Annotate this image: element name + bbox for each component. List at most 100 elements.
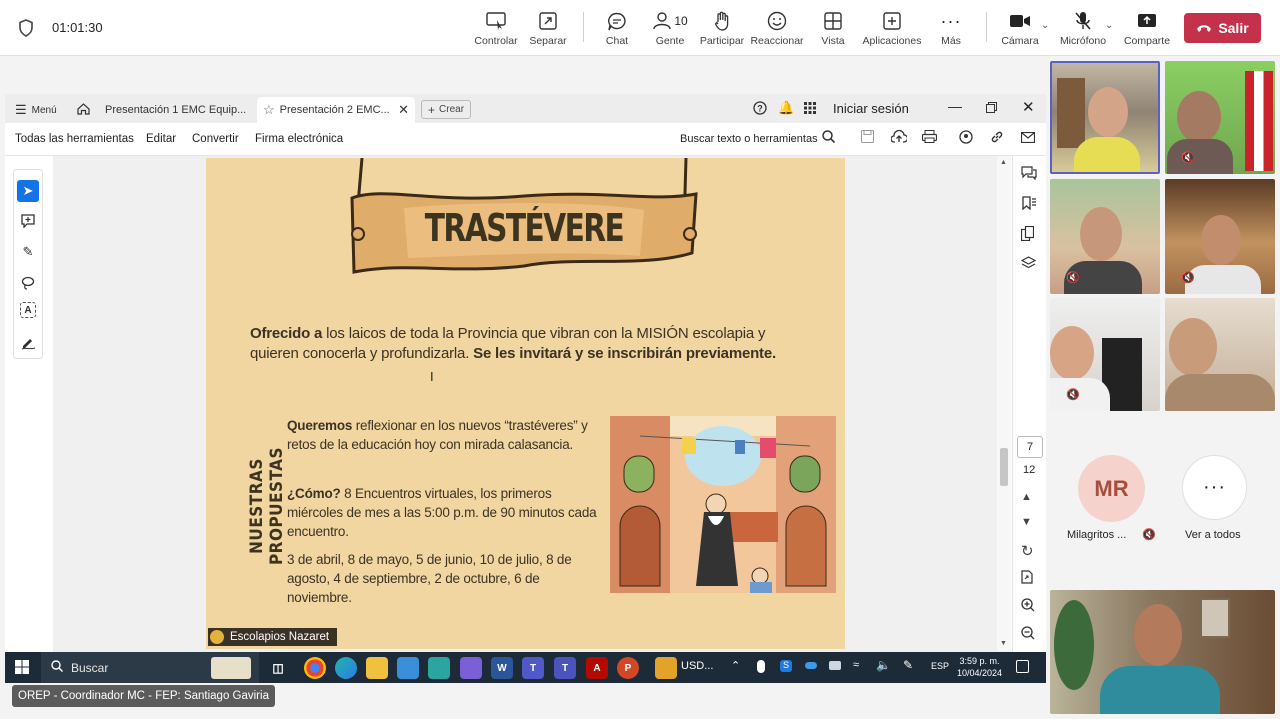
taskbar-clock[interactable]: 3:59 p. m. 10/04/2024	[957, 655, 1002, 679]
mic-tray-icon[interactable]	[757, 660, 765, 673]
tab-presentacion-2[interactable]: ☆ Presentación 2 EMC... ✕	[257, 97, 415, 123]
participant-video[interactable]: 🔇	[1165, 61, 1275, 174]
mic-options-chevron-icon[interactable]: ⌄	[1105, 20, 1113, 31]
media-icon[interactable]	[460, 657, 482, 679]
edit-menu[interactable]: Editar	[146, 133, 176, 145]
participant-video-speaking[interactable]	[1050, 61, 1160, 174]
acrobat-tab-bar: ☰ Menú Presentación 1 EMC Equip... ☆ Pre…	[5, 94, 1046, 123]
chat-button[interactable]: Chat	[602, 10, 632, 50]
tray-expand-chevron-icon[interactable]: ⌃	[731, 659, 740, 672]
vertical-scrollbar[interactable]: ▲ ▼	[997, 156, 1011, 651]
next-page-chevron-icon[interactable]: ▼	[1021, 516, 1032, 528]
acrobat-menu-button[interactable]: ☰ Menú	[9, 97, 63, 123]
participant-video[interactable]: 🔇	[1050, 179, 1160, 294]
acrobat-taskbar-icon[interactable]: A	[586, 657, 608, 679]
select-cursor-icon[interactable]: ➤	[17, 180, 39, 202]
see-all-button[interactable]: ···	[1182, 455, 1247, 520]
e-signature-menu[interactable]: Firma electrónica	[255, 133, 343, 145]
participant-video[interactable]: 🔇	[1165, 179, 1275, 294]
camera-button[interactable]: Cámara	[1000, 10, 1040, 50]
leave-button[interactable]: Salir	[1184, 13, 1261, 43]
store-icon[interactable]	[428, 657, 450, 679]
close-tab-icon[interactable]: ✕	[398, 102, 409, 118]
pen-tray-icon[interactable]: ✎	[903, 658, 913, 672]
microphone-button[interactable]: Micrófono	[1058, 10, 1108, 50]
rotate-icon[interactable]: ↻	[1021, 542, 1034, 560]
control-button[interactable]: Controlar	[474, 10, 518, 50]
share-link-user-icon[interactable]	[959, 130, 974, 147]
file-explorer-icon[interactable]	[366, 657, 388, 679]
notifications-bell-icon[interactable]: 🔔	[778, 100, 794, 116]
home-button[interactable]	[71, 97, 96, 123]
edge-icon[interactable]	[335, 657, 357, 679]
share-button[interactable]: Comparte	[1122, 10, 1172, 50]
tab-presentacion-1[interactable]: Presentación 1 EMC Equip...	[99, 97, 252, 123]
page-thumbnails-icon[interactable]	[1020, 225, 1035, 244]
comments-panel-icon[interactable]	[1021, 166, 1037, 183]
camera-options-chevron-icon[interactable]: ⌄	[1041, 20, 1049, 31]
self-video-presenter[interactable]	[1050, 590, 1275, 714]
text-box-icon[interactable]: A	[20, 302, 36, 318]
apps-button[interactable]: Aplicaciones	[862, 10, 922, 50]
layers-icon[interactable]	[1020, 256, 1037, 273]
sign-in-link[interactable]: Iniciar sesión	[833, 101, 909, 116]
previous-page-chevron-icon[interactable]: ▲	[1021, 491, 1032, 503]
new-tab-button[interactable]: + Crear	[421, 100, 472, 119]
chrome-icon[interactable]	[304, 657, 326, 679]
search-icon[interactable]	[822, 130, 836, 146]
cloud-upload-icon[interactable]	[890, 129, 909, 146]
all-tools-menu[interactable]: Todas las herramientas	[15, 133, 134, 145]
restore-icon[interactable]	[986, 100, 997, 118]
currency-widget-icon[interactable]	[655, 657, 677, 679]
teams-notification-icon[interactable]: T	[554, 657, 576, 679]
raise-hand-button[interactable]: Participar	[700, 10, 744, 50]
print-icon[interactable]	[921, 130, 938, 146]
help-icon[interactable]: ?	[753, 101, 767, 120]
save-icon[interactable]	[861, 130, 874, 146]
task-view-icon[interactable]: ◫	[267, 657, 289, 679]
scroll-thumb[interactable]	[1000, 448, 1008, 486]
onedrive-icon[interactable]	[805, 662, 817, 669]
scroll-up-arrow-icon[interactable]: ▲	[1000, 159, 1007, 166]
notification-center-icon[interactable]	[1016, 660, 1029, 673]
apps-grid-icon[interactable]	[804, 101, 816, 119]
bookmarks-icon[interactable]	[1021, 196, 1036, 213]
search-tools-field[interactable]: Buscar texto o herramientas	[680, 133, 818, 145]
convert-menu[interactable]: Convertir	[192, 133, 239, 145]
participant-video[interactable]	[1165, 298, 1275, 411]
zoom-in-icon[interactable]	[1021, 598, 1035, 615]
zoom-out-icon[interactable]	[1021, 626, 1035, 643]
scroll-down-arrow-icon[interactable]: ▼	[1000, 640, 1007, 647]
view-button[interactable]: Vista	[818, 10, 848, 50]
highlight-pen-icon[interactable]: ✎	[17, 241, 39, 263]
pop-out-button[interactable]: Separar	[528, 10, 568, 50]
email-icon[interactable]	[1020, 130, 1036, 146]
mic-off-icon	[1074, 10, 1092, 32]
close-window-icon[interactable]: ✕	[1022, 98, 1035, 116]
language-indicator[interactable]: ESP	[931, 661, 949, 671]
sign-icon[interactable]	[17, 332, 39, 354]
react-button[interactable]: Reaccionar	[750, 10, 804, 50]
microphone-label: Micrófono	[1059, 35, 1107, 47]
avatar[interactable]: MR	[1078, 455, 1145, 522]
link-icon[interactable]	[990, 130, 1004, 147]
device-tray-icon[interactable]	[829, 661, 841, 670]
proposal-1-bold: Queremos	[287, 418, 353, 433]
speaker-icon[interactable]: 🔈	[876, 658, 891, 672]
add-comment-icon[interactable]	[17, 210, 39, 232]
participant-video[interactable]: 🔇	[1050, 298, 1160, 411]
teams-icon[interactable]: T	[522, 657, 544, 679]
page-export-icon[interactable]	[1021, 570, 1033, 587]
people-button[interactable]: 10 Gente	[650, 10, 690, 50]
taskbar-search-box[interactable]: Buscar	[41, 652, 259, 683]
skype-tray-icon[interactable]: S	[780, 660, 792, 672]
photos-icon[interactable]	[397, 657, 419, 679]
more-button[interactable]: ··· Más	[938, 10, 964, 50]
minimize-icon[interactable]: —	[948, 98, 962, 114]
word-icon[interactable]: W	[491, 657, 513, 679]
current-page-input[interactable]: 7	[1017, 436, 1043, 458]
powerpoint-icon[interactable]: P	[617, 657, 639, 679]
windows-start-icon[interactable]	[15, 660, 29, 679]
wifi-icon[interactable]: ≈	[853, 659, 859, 671]
draw-lasso-icon[interactable]	[17, 272, 39, 294]
